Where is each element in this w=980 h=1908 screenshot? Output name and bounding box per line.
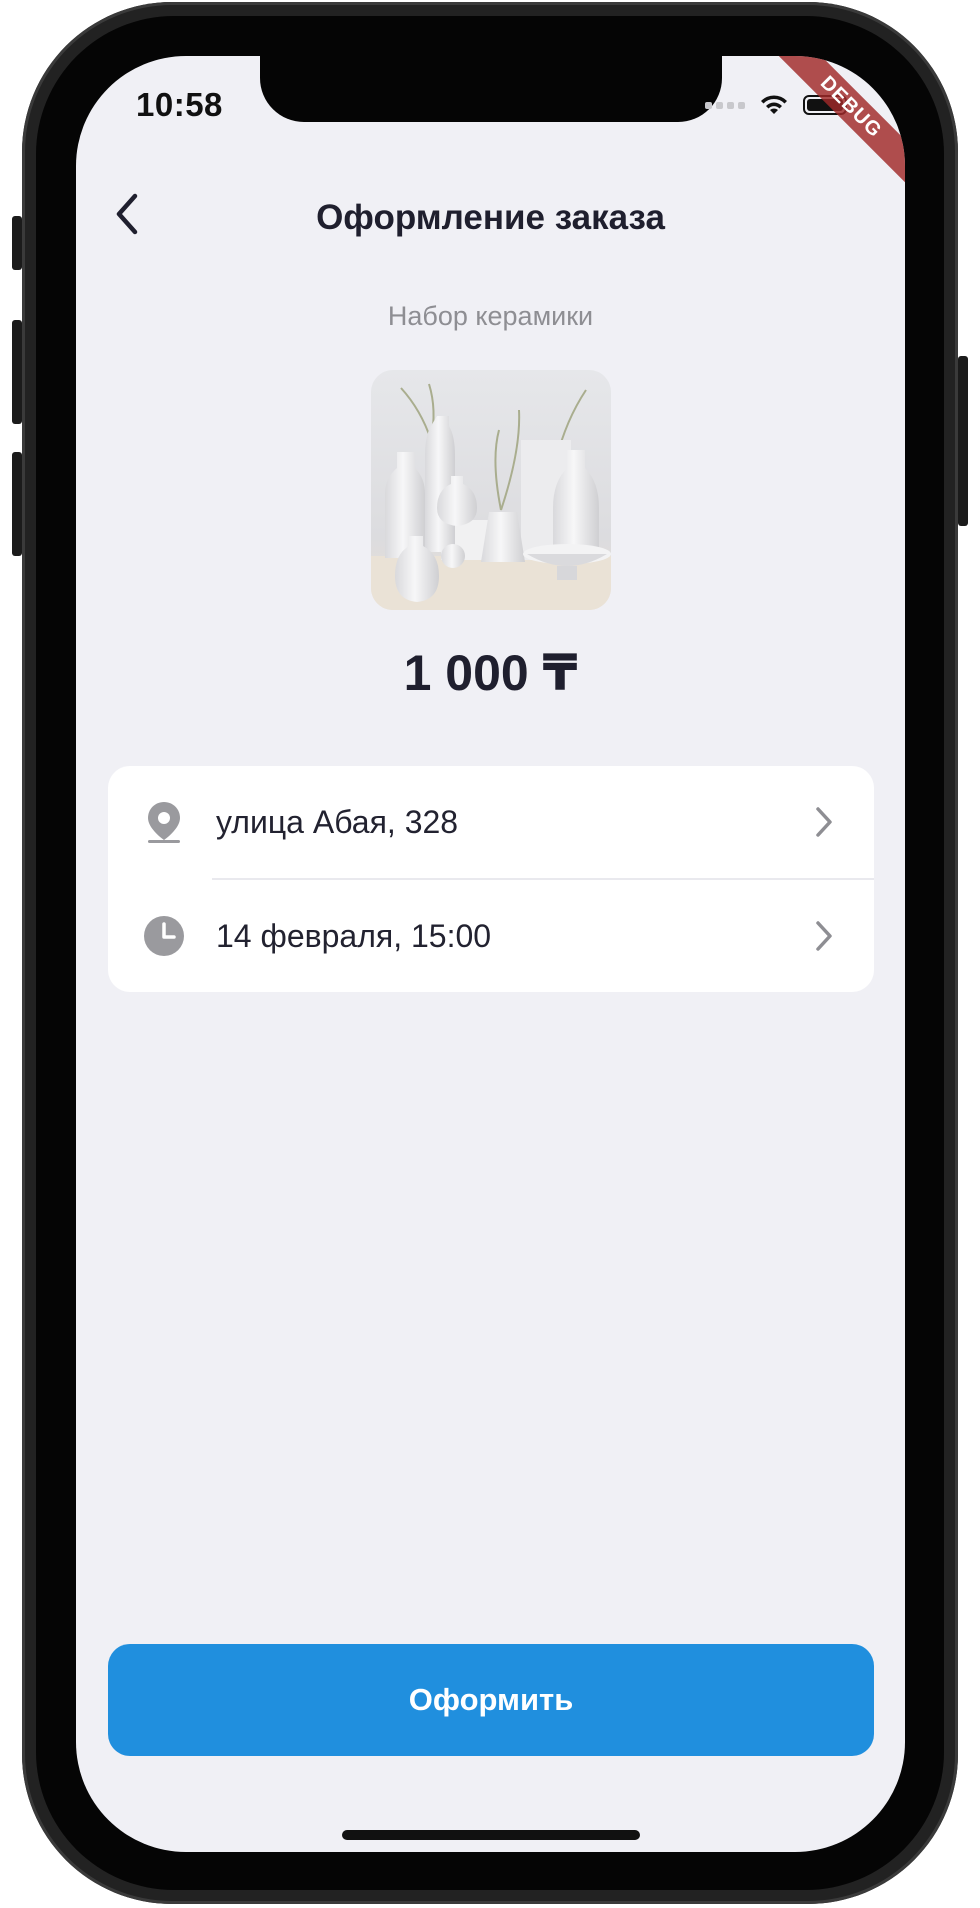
navigation-bar: Оформление заказа bbox=[76, 176, 905, 256]
wifi-icon bbox=[761, 95, 787, 114]
product-image bbox=[371, 370, 611, 610]
datetime-label: 14 февраля, 15:00 bbox=[216, 917, 492, 954]
product-name: Набор керамики bbox=[387, 301, 594, 331]
page-title: Оформление заказа bbox=[316, 198, 665, 237]
app-screen: 10:58 DEBUG Оформление заказа Набор кера… bbox=[76, 56, 905, 1852]
volume-down-button bbox=[12, 452, 22, 556]
location-pin-icon bbox=[142, 800, 186, 844]
chevron-right-icon bbox=[810, 916, 838, 956]
product-price: 1 000 ₸ bbox=[403, 645, 578, 701]
mute-switch bbox=[12, 216, 22, 270]
address-label: улица Абая, 328 bbox=[216, 803, 459, 840]
order-details-card: улица Абая, 328 14 февраля, 15:00 bbox=[108, 766, 874, 992]
datetime-row[interactable]: 14 февраля, 15:00 bbox=[108, 880, 874, 992]
power-button bbox=[958, 356, 968, 526]
volume-up-button bbox=[12, 320, 22, 424]
home-indicator[interactable] bbox=[342, 1830, 640, 1840]
cellular-signal-icon bbox=[705, 101, 745, 109]
notch bbox=[260, 56, 722, 122]
chevron-right-icon bbox=[810, 802, 838, 842]
status-time: 10:58 bbox=[136, 86, 223, 123]
submit-order-button[interactable]: Оформить bbox=[108, 1644, 874, 1756]
ceramic-vases-photo bbox=[371, 370, 611, 610]
address-row[interactable]: улица Абая, 328 bbox=[108, 766, 874, 878]
clock-icon bbox=[142, 914, 186, 958]
